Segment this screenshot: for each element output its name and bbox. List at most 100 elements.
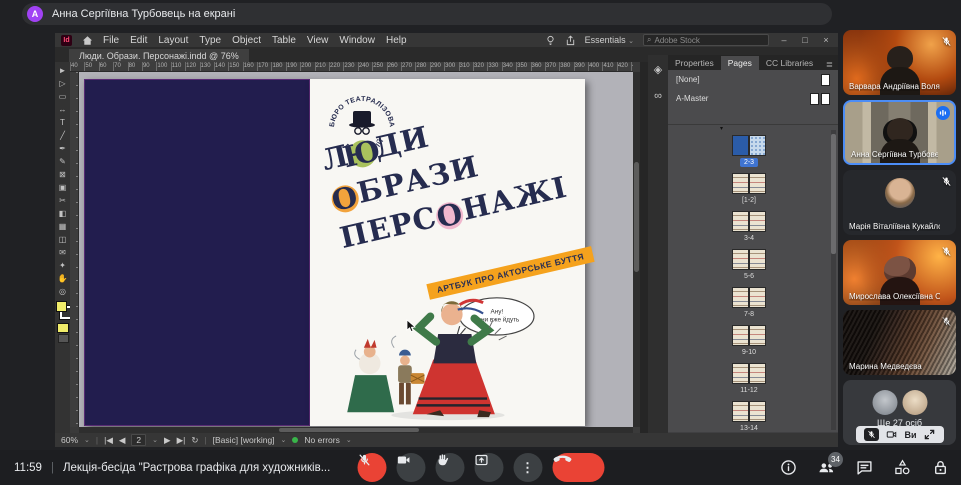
applied-color-swatch[interactable]: [57, 323, 69, 333]
tab-properties[interactable]: Properties: [668, 56, 721, 70]
people-icon[interactable]: 34: [818, 459, 835, 476]
menu-help[interactable]: Help: [386, 35, 407, 46]
tab-pages[interactable]: Pages: [721, 56, 759, 70]
note-tool[interactable]: ✉: [56, 247, 69, 259]
participant-tile[interactable]: Мирослава Олексіївна О...: [843, 240, 956, 305]
end-call-button[interactable]: [552, 453, 604, 482]
spread-item[interactable]: 3-4: [732, 211, 766, 243]
menu-type[interactable]: Type: [199, 35, 221, 46]
menu-object[interactable]: Object: [232, 35, 261, 46]
spread-item[interactable]: 11-12: [732, 363, 766, 395]
page-tool[interactable]: ▭: [56, 91, 69, 103]
canvas-vertical-scrollbar[interactable]: [633, 72, 640, 427]
master-a-master[interactable]: A-Master: [668, 89, 838, 108]
eyedropper-tool[interactable]: ✦: [56, 260, 69, 272]
more-options-button[interactable]: ⋮: [513, 453, 542, 482]
spread-thumbnail[interactable]: [732, 401, 766, 422]
spread-label[interactable]: [1-2]: [738, 196, 760, 205]
spread-thumbnail[interactable]: [732, 325, 766, 346]
prev-page-button[interactable]: ◀: [119, 435, 126, 446]
close-button[interactable]: ×: [820, 35, 832, 45]
document-tab[interactable]: Люди. Образи. Персонажі.indd @ 76%: [69, 49, 249, 62]
spread-thumbnail[interactable]: [732, 363, 766, 384]
participant-tile[interactable]: Варвара Андріївна Волян...: [843, 30, 956, 95]
spread-label[interactable]: 7-8: [740, 310, 758, 319]
line-tool[interactable]: ╱: [56, 130, 69, 142]
spread-left-page[interactable]: [84, 79, 310, 426]
spread-item[interactable]: 13-14: [732, 401, 766, 433]
gradient-feather-tool[interactable]: ◫: [56, 234, 69, 246]
document-canvas[interactable]: БЮРО ТЕАТРАЛІЗОВАНИХ ЕКСКУРСІЙ ЛЮДИОБРАЗ…: [79, 72, 633, 427]
frame-tool[interactable]: ⊠: [56, 169, 69, 181]
free-transform-tool[interactable]: ◧: [56, 208, 69, 220]
home-icon[interactable]: [82, 35, 93, 46]
next-page-button[interactable]: ▶: [164, 435, 171, 446]
participant-tile[interactable]: Марина Медведєва: [843, 310, 956, 375]
spread-item[interactable]: [1-2]: [732, 173, 766, 205]
reload-icon[interactable]: ↻: [191, 435, 198, 446]
participant-tile[interactable]: Ще 27 осібВи: [843, 380, 956, 445]
master-none[interactable]: [None]: [668, 70, 838, 89]
activities-icon[interactable]: [894, 459, 911, 476]
raise-hand-button[interactable]: [435, 453, 464, 482]
tab-cc-libraries[interactable]: CC Libraries: [759, 56, 820, 70]
share-icon[interactable]: [565, 35, 576, 46]
spread-item[interactable]: 2-3: [732, 135, 766, 167]
last-page-button[interactable]: ▶|: [177, 435, 186, 446]
menu-view[interactable]: View: [307, 35, 329, 46]
menu-window[interactable]: Window: [339, 35, 375, 46]
layers-panel-icon[interactable]: ◈: [654, 63, 662, 76]
menu-table[interactable]: Table: [272, 35, 296, 46]
spread-item[interactable]: 7-8: [732, 287, 766, 319]
zoom-tool[interactable]: ◎: [56, 286, 69, 298]
hand-tool[interactable]: ✋: [56, 273, 69, 285]
type-tool[interactable]: T: [56, 117, 69, 129]
spread-thumbnail[interactable]: [732, 135, 766, 156]
spread-label[interactable]: 3-4: [740, 234, 758, 243]
links-panel-icon[interactable]: ∞: [654, 90, 662, 102]
fill-swatch[interactable]: [56, 301, 67, 312]
menu-file[interactable]: File: [103, 35, 119, 46]
spread-item[interactable]: 9-10: [732, 325, 766, 357]
menu-layout[interactable]: Layout: [158, 35, 188, 46]
spread-thumbnail[interactable]: [732, 173, 766, 194]
self-mic-muted-icon[interactable]: [864, 428, 879, 441]
spread-label[interactable]: 11-12: [736, 386, 761, 395]
gradient-tool[interactable]: ▦: [56, 221, 69, 233]
gap-tool[interactable]: ↔: [56, 104, 69, 116]
pencil-tool[interactable]: ✎: [56, 156, 69, 168]
restore-button[interactable]: □: [799, 35, 811, 45]
panel-scrollbar[interactable]: [831, 130, 836, 430]
spread-thumbnail[interactable]: [732, 287, 766, 308]
host-controls-icon[interactable]: [932, 459, 949, 476]
chat-icon[interactable]: [856, 459, 873, 476]
participant-tile[interactable]: Марія Віталіївна Кукайло: [843, 170, 956, 235]
camera-button[interactable]: [396, 453, 425, 482]
preflight-profile[interactable]: [Basic] [working]: [213, 435, 275, 445]
meeting-details-icon[interactable]: [780, 459, 797, 476]
expand-icon[interactable]: [924, 429, 935, 440]
rectangle-tool[interactable]: ▣: [56, 182, 69, 194]
workspace-switcher[interactable]: Essentials ⌄: [585, 35, 634, 45]
menu-edit[interactable]: Edit: [130, 35, 147, 46]
selection-tool[interactable]: ►: [56, 65, 69, 77]
first-page-button[interactable]: |◀: [104, 435, 113, 446]
spread-label[interactable]: 2-3: [740, 158, 758, 167]
spread-item[interactable]: 5-6: [732, 249, 766, 281]
adobe-stock-search[interactable]: ⌕Adobe Stock: [643, 34, 769, 46]
self-camera-icon[interactable]: [886, 429, 897, 440]
spread-label[interactable]: 9-10: [738, 348, 760, 357]
page-number-field[interactable]: 2: [131, 434, 146, 446]
direct-selection-tool[interactable]: ▷: [56, 78, 69, 90]
spread-label[interactable]: 5-6: [740, 272, 758, 281]
participant-tile[interactable]: Анна Сергіївна Турбове...: [843, 100, 956, 165]
spread-thumbnail[interactable]: [732, 211, 766, 232]
pen-tool[interactable]: ✒: [56, 143, 69, 155]
present-button[interactable]: [474, 453, 503, 482]
scissors-tool[interactable]: ✂: [56, 195, 69, 207]
screen-mode-button[interactable]: [58, 334, 69, 343]
spread-thumbnail[interactable]: [732, 249, 766, 270]
mute-button[interactable]: [357, 453, 386, 482]
zoom-level[interactable]: 60%: [61, 435, 78, 445]
spread-right-page-cover[interactable]: БЮРО ТЕАТРАЛІЗОВАНИХ ЕКСКУРСІЙ ЛЮДИОБРАЗ…: [310, 79, 585, 426]
